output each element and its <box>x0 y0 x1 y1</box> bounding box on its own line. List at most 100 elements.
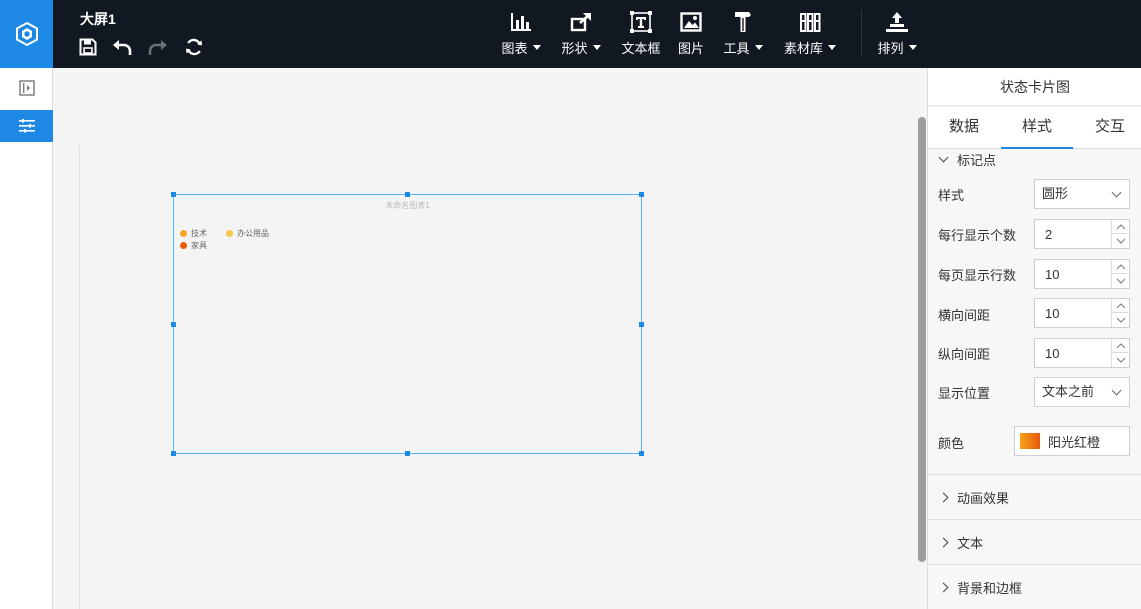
chevron-down-icon <box>908 45 917 50</box>
shape-tool-button[interactable]: 形状 <box>559 10 603 60</box>
left-sidebar <box>0 68 53 609</box>
legend-dot <box>180 230 187 237</box>
marker-style-value: 圆形 <box>1042 186 1069 201</box>
chart-tool-label: 图表 <box>501 41 528 56</box>
stepper-increment-button[interactable] <box>1112 339 1129 353</box>
stepper-decrement-button[interactable] <box>1112 313 1129 327</box>
chevron-up-icon <box>1116 342 1125 348</box>
chevron-right-icon <box>938 537 949 547</box>
chevron-down-icon <box>754 45 763 50</box>
resize-handle-sw[interactable] <box>171 451 176 456</box>
widget-title: 未命名图表1 <box>385 201 430 210</box>
library-tool-button[interactable]: 素材库 <box>782 10 838 60</box>
document-title[interactable]: 大屏1 <box>80 9 116 29</box>
redo-button[interactable] <box>147 36 169 58</box>
tab-data[interactable]: 数据 <box>928 107 1000 149</box>
resize-handle-nw[interactable] <box>171 192 176 197</box>
color-picker[interactable]: 阳光红橙 <box>1014 426 1130 456</box>
section-text-header[interactable]: 文本 <box>928 520 1141 564</box>
legend-dot <box>226 230 233 237</box>
section-animation-header[interactable]: 动画效果 <box>928 475 1141 519</box>
status-card-widget[interactable]: 未命名图表1 技术 办公用品 家具 <box>171 192 644 456</box>
canvas-guide-line <box>79 146 80 609</box>
tools-tool-button[interactable]: 工具 <box>721 10 765 60</box>
per-row-label: 每行显示个数 <box>938 228 1017 243</box>
resize-handle-se[interactable] <box>639 451 644 456</box>
resize-handle-s[interactable] <box>405 451 410 456</box>
panel-tabs: 数据 样式 交互 <box>928 107 1141 149</box>
tab-interaction[interactable]: 交互 <box>1074 107 1141 149</box>
panel-title: 状态卡片图 <box>928 68 1141 106</box>
chevron-down-icon <box>938 152 949 162</box>
h-spacing-input[interactable] <box>1035 299 1111 327</box>
section-marker-header[interactable]: 标记点 <box>928 149 1141 169</box>
toolbar-divider <box>861 10 862 56</box>
h-spacing-stepper[interactable] <box>1034 298 1130 328</box>
h-spacing-label: 横向间距 <box>938 308 991 323</box>
stepper-increment-button[interactable] <box>1112 260 1129 274</box>
sidebar-item-panel-toggle[interactable] <box>0 72 53 104</box>
rows-per-page-stepper[interactable] <box>1034 259 1130 289</box>
resize-handle-e[interactable] <box>639 322 644 327</box>
library-icon <box>800 13 821 32</box>
rows-per-page-input[interactable] <box>1035 260 1111 288</box>
chart-tool-button[interactable]: 图表 <box>499 10 543 60</box>
per-row-stepper[interactable] <box>1034 219 1130 249</box>
image-tool-button[interactable]: 图片 <box>677 10 705 60</box>
color-label: 颜色 <box>938 436 965 451</box>
marker-position-select[interactable]: 文本之前 <box>1034 377 1130 407</box>
arrange-tool-label: 排列 <box>877 41 904 56</box>
resize-handle-n[interactable] <box>405 192 410 197</box>
v-spacing-stepper[interactable] <box>1034 338 1130 368</box>
textbox-tool-label: 文本框 <box>621 41 661 56</box>
chevron-down-icon <box>1111 187 1122 198</box>
marker-position-value: 文本之前 <box>1042 384 1095 399</box>
section-background-title: 背景和边框 <box>957 580 1023 596</box>
section-animation-title: 动画效果 <box>957 490 1010 506</box>
resize-handle-ne[interactable] <box>639 192 644 197</box>
library-tool-label: 素材库 <box>783 41 823 56</box>
arrange-tool-button[interactable]: 排列 <box>875 10 919 60</box>
app-logo[interactable] <box>0 0 53 68</box>
legend-item-office: 办公用品 <box>226 228 269 239</box>
legend-item-tech: 技术 <box>180 228 207 239</box>
redo-icon <box>148 40 167 55</box>
v-spacing-input[interactable] <box>1035 339 1111 367</box>
sidebar-item-list-settings[interactable] <box>0 110 53 142</box>
refresh-icon <box>186 38 202 56</box>
legend-dot <box>180 242 187 249</box>
marker-style-select[interactable]: 圆形 <box>1034 179 1130 209</box>
undo-button[interactable] <box>111 36 133 58</box>
textbox-tool-button[interactable]: 文本框 <box>620 10 662 60</box>
resize-handle-w[interactable] <box>171 322 176 327</box>
canvas-scrollbar-thumb[interactable] <box>918 117 926 562</box>
chevron-right-icon <box>938 582 949 592</box>
shape-tool-label: 形状 <box>561 41 588 56</box>
tab-style[interactable]: 样式 <box>1001 107 1073 149</box>
arrange-icon <box>886 12 908 32</box>
style-label: 样式 <box>938 188 965 203</box>
stepper-buttons <box>1111 299 1129 327</box>
image-icon <box>680 12 702 32</box>
chevron-down-icon <box>828 45 836 50</box>
color-swatch <box>1020 433 1040 449</box>
stepper-buttons <box>1111 220 1129 248</box>
stepper-decrement-button[interactable] <box>1112 353 1129 367</box>
chevron-down-icon <box>1116 357 1125 363</box>
position-label: 显示位置 <box>938 386 991 401</box>
refresh-button[interactable] <box>183 36 205 58</box>
v-spacing-label: 纵向间距 <box>938 347 991 362</box>
stepper-decrement-button[interactable] <box>1112 234 1129 248</box>
bar-chart-icon <box>511 13 531 31</box>
chevron-down-icon <box>1116 278 1125 284</box>
legend-item-furniture: 家具 <box>180 240 207 251</box>
section-background-header[interactable]: 背景和边框 <box>928 565 1141 609</box>
chevron-down-icon <box>592 45 601 50</box>
save-button[interactable] <box>77 36 99 58</box>
stepper-decrement-button[interactable] <box>1112 274 1129 288</box>
list-settings-icon <box>18 119 35 133</box>
stepper-buttons <box>1111 260 1129 288</box>
stepper-increment-button[interactable] <box>1112 299 1129 313</box>
stepper-increment-button[interactable] <box>1112 220 1129 234</box>
per-row-input[interactable] <box>1035 220 1111 248</box>
